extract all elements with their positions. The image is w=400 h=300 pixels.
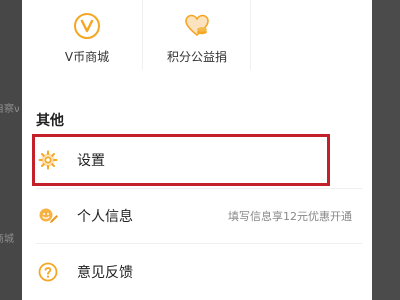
v-coin-icon bbox=[74, 13, 100, 39]
background-fragment: ∨ bbox=[0, 44, 1, 55]
grid-divider bbox=[250, 0, 251, 70]
feedback-row[interactable]: 意见反馈 bbox=[22, 245, 372, 299]
background-app-left-edge: ∨ 自察ν 商城 ∨ ⌂ bbox=[0, 0, 24, 300]
background-fragment: 商城 bbox=[0, 234, 14, 245]
personal-info-icon bbox=[39, 208, 58, 223]
v-coin-mall-label: V币商城 bbox=[64, 50, 110, 64]
personal-info-hint: 填写信息享12元优惠开通 bbox=[228, 210, 352, 223]
points-charity-label: 积分公益捐 bbox=[166, 50, 227, 64]
row-divider bbox=[36, 243, 362, 244]
menu-sheet: V币商城 积分公益捐 其他 设置 个人信息 填写信息享12元优惠开通 意见反馈 bbox=[22, 0, 372, 300]
points-charity-button[interactable]: 积分公益捐 bbox=[152, 0, 242, 80]
background-fragment: 自察ν bbox=[0, 104, 20, 115]
feedback-label: 意见反馈 bbox=[77, 265, 133, 281]
section-title-other: 其他 bbox=[36, 113, 64, 129]
feedback-question-icon bbox=[38, 262, 58, 282]
grid-divider bbox=[142, 0, 143, 70]
personal-info-label: 个人信息 bbox=[77, 209, 133, 225]
charity-heart-icon bbox=[185, 14, 209, 37]
service-grid: V币商城 积分公益捐 bbox=[22, 0, 372, 80]
background-app-right-edge bbox=[372, 0, 400, 300]
settings-highlight-box bbox=[32, 134, 330, 186]
v-coin-mall-button[interactable]: V币商城 bbox=[42, 0, 132, 80]
personal-info-row[interactable]: 个人信息 填写信息享12元优惠开通 bbox=[22, 189, 372, 243]
